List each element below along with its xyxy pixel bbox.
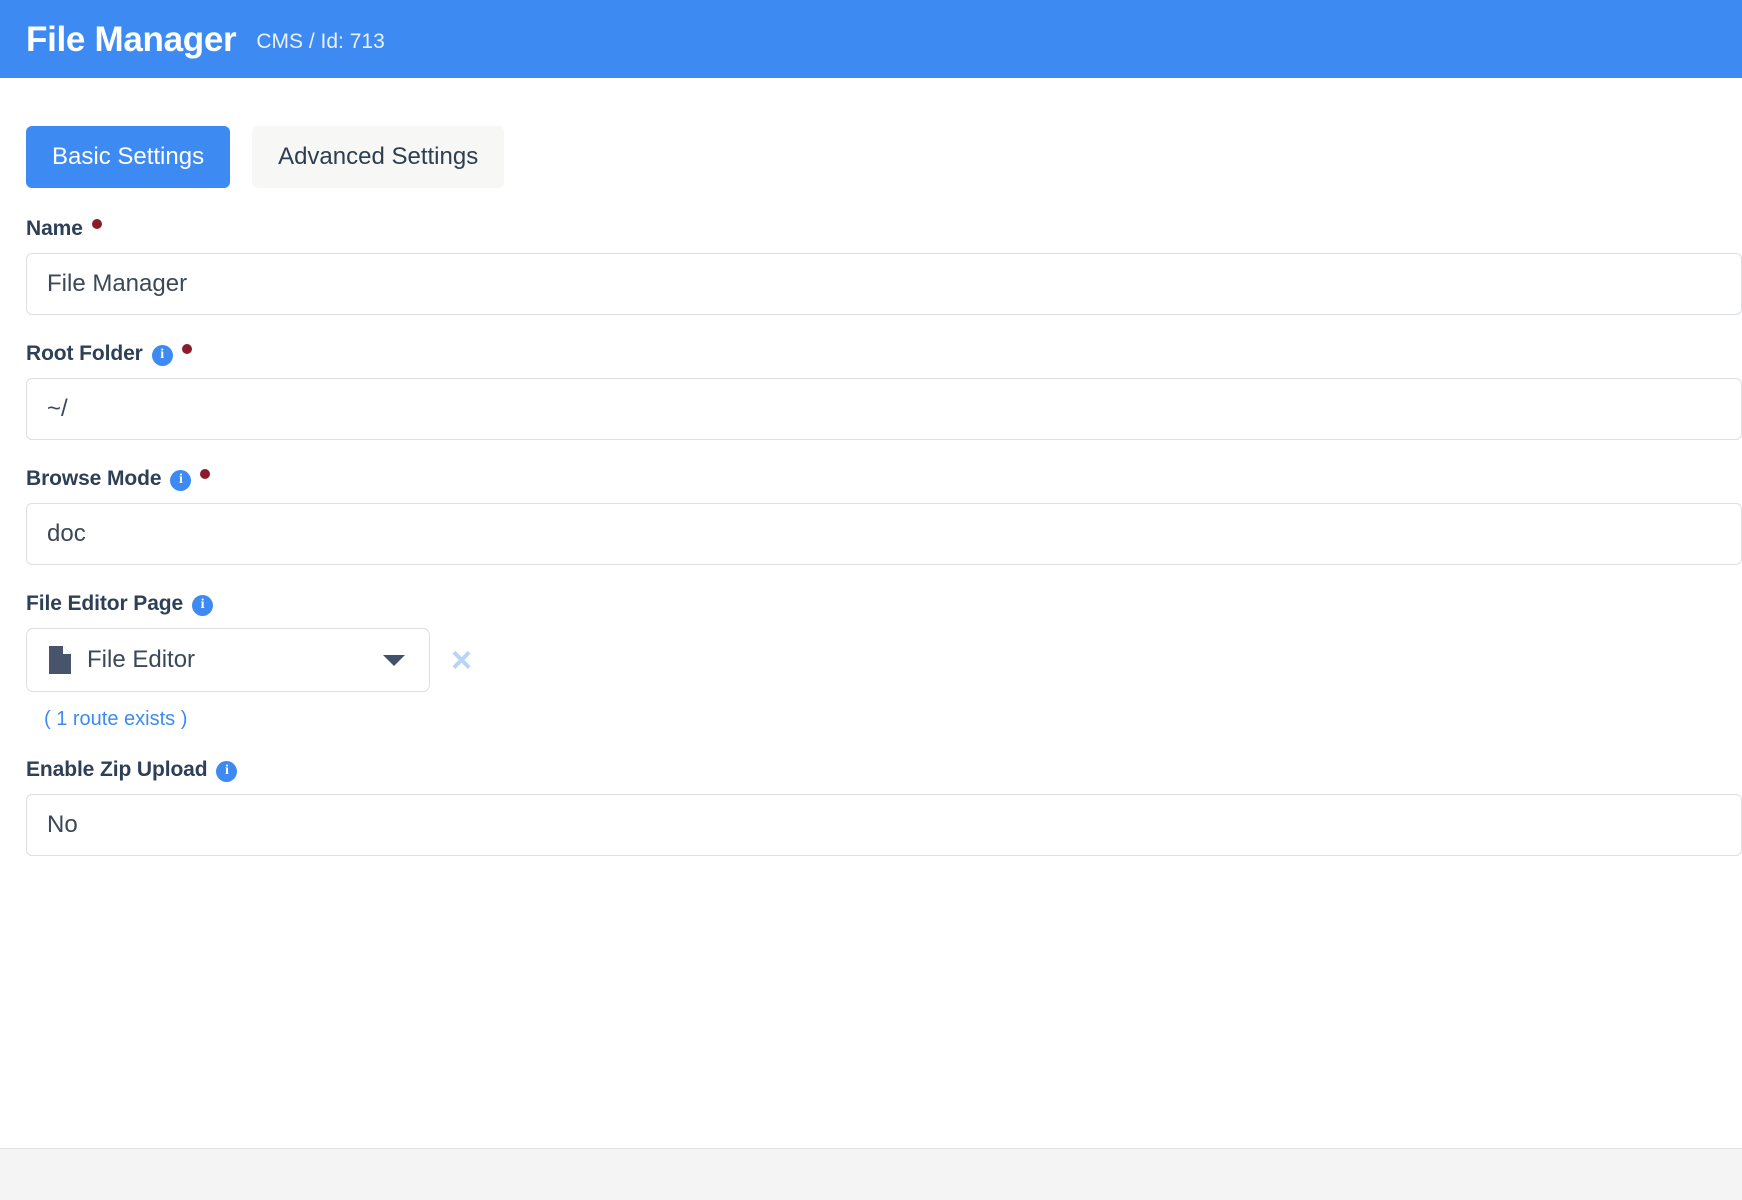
required-dot-icon	[91, 219, 102, 230]
info-icon[interactable]: i	[151, 344, 173, 366]
required-dot-icon	[200, 469, 211, 480]
page-header: File Manager CMS / Id: 713	[0, 0, 1742, 78]
file-editor-page-select-row: File Editor ×	[26, 628, 1742, 693]
tab-advanced-settings[interactable]: Advanced Settings	[252, 126, 505, 189]
root-folder-input[interactable]	[26, 378, 1742, 441]
field-root-folder-label-row: Root Folder i	[26, 341, 1742, 367]
field-enable-zip-upload: Enable Zip Upload i	[26, 757, 1742, 857]
field-browse-mode-label: Browse Mode	[26, 467, 162, 491]
settings-tabs: Basic Settings Advanced Settings	[0, 78, 1742, 189]
file-manager-settings-page: File Manager CMS / Id: 713 Basic Setting…	[0, 0, 1742, 1200]
info-icon[interactable]: i	[192, 594, 214, 616]
required-dot-icon	[181, 344, 192, 355]
field-file-editor-page-label: File Editor Page	[26, 592, 184, 616]
field-browse-mode: Browse Mode i	[26, 466, 1742, 566]
field-enable-zip-upload-label-row: Enable Zip Upload i	[26, 757, 1742, 783]
tab-basic-settings[interactable]: Basic Settings	[26, 126, 231, 189]
settings-form: Name Root Folder i Browse Mode i	[0, 216, 1742, 857]
file-editor-page-value: File Editor	[87, 646, 196, 674]
page-title: File Manager	[26, 19, 237, 59]
field-file-editor-page: File Editor Page i File Editor × ( 1 rou…	[26, 591, 1742, 731]
field-enable-zip-upload-label: Enable Zip Upload	[26, 758, 208, 782]
file-editor-page-select[interactable]: File Editor	[26, 628, 430, 693]
info-icon[interactable]: i	[216, 760, 238, 782]
page-subtitle: CMS / Id: 713	[256, 29, 385, 53]
settings-body: Basic Settings Advanced Settings Name Ro…	[0, 78, 1742, 1148]
field-browse-mode-label-row: Browse Mode i	[26, 466, 1742, 492]
info-icon[interactable]: i	[170, 469, 192, 491]
browse-mode-input[interactable]	[26, 503, 1742, 566]
document-icon	[49, 646, 71, 675]
page-footer	[0, 1148, 1742, 1200]
field-name-label-row: Name	[26, 216, 1742, 242]
name-input[interactable]	[26, 253, 1742, 316]
field-root-folder: Root Folder i	[26, 341, 1742, 441]
chevron-down-icon[interactable]	[383, 654, 405, 666]
route-exists-hint: ( 1 route exists )	[44, 708, 188, 731]
field-file-editor-page-label-row: File Editor Page i	[26, 591, 1742, 617]
field-root-folder-label: Root Folder	[26, 342, 143, 366]
close-icon[interactable]: ×	[451, 642, 472, 678]
enable-zip-upload-input[interactable]	[26, 794, 1742, 857]
field-name-label: Name	[26, 217, 83, 241]
field-name: Name	[26, 216, 1742, 316]
